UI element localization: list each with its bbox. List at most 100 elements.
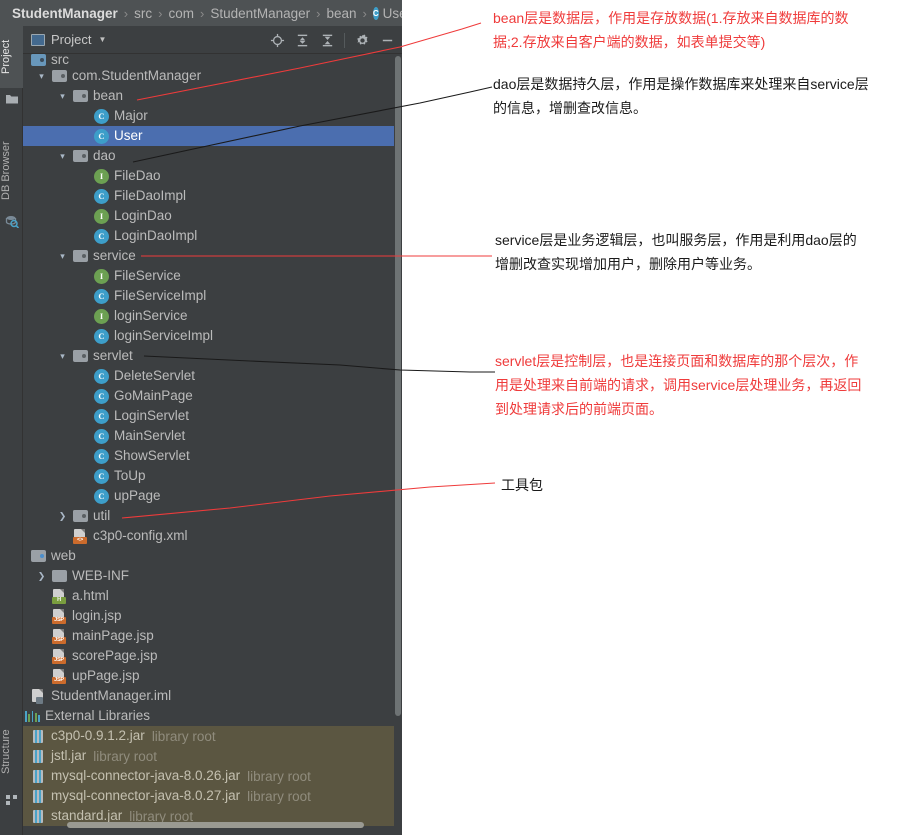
tree-row-label: loginServiceImpl [114, 328, 214, 343]
tree-row[interactable]: ▾ service [23, 246, 394, 266]
xml-file-icon: <> [73, 528, 89, 544]
tree-row[interactable]: C DeleteServlet [23, 366, 394, 386]
breadcrumb-item-studentmanager[interactable]: StudentManager [210, 6, 310, 21]
ide-bottom-filler [23, 829, 402, 835]
tree-row[interactable]: JSP login.jsp [23, 606, 394, 626]
tree-row[interactable]: C User [23, 126, 394, 146]
tree-row-label: c3p0-config.xml [93, 528, 188, 543]
tree-vertical-scrollbar[interactable] [394, 54, 402, 829]
breadcrumb-item-bean[interactable]: bean [326, 6, 356, 21]
tree-row[interactable]: ❯ c3p0-0.9.1.2.jar library root [23, 726, 394, 746]
tree-row[interactable]: ❯ jstl.jar library root [23, 746, 394, 766]
chevron-right-icon[interactable]: ❯ [23, 811, 26, 822]
tree-row-label: loginService [114, 308, 188, 323]
tree-row-label: dao [93, 148, 116, 163]
chevron-right-icon[interactable]: ❯ [23, 731, 26, 742]
tree-row[interactable]: JSP scorePage.jsp [23, 646, 394, 666]
settings-button[interactable] [351, 29, 373, 51]
tree-row-label: FileDao [114, 168, 161, 183]
tree-row-label: scorePage.jsp [72, 648, 158, 663]
tree-row[interactable]: C FileDaoImpl [23, 186, 394, 206]
chevron-right-icon[interactable]: ❯ [36, 571, 47, 582]
tree-row[interactable]: StudentManager.iml [23, 686, 394, 706]
tree-row[interactable]: C GoMainPage [23, 386, 394, 406]
tree-row[interactable]: ▾ bean [23, 86, 394, 106]
tree-row[interactable]: I LoginDao [23, 206, 394, 226]
breadcrumb-item-project[interactable]: StudentManager [12, 6, 118, 21]
tool-tab-project[interactable]: Project [0, 26, 23, 88]
chevron-right-icon[interactable]: ❯ [23, 791, 26, 802]
breadcrumb[interactable]: StudentManager › src › com › StudentMana… [0, 0, 402, 26]
package-folder-icon [73, 248, 89, 264]
project-view-selector[interactable]: Project ▼ [23, 32, 106, 47]
tree-vertical-scrollbar-thumb[interactable] [395, 56, 401, 716]
chevron-right-icon[interactable]: ❯ [57, 511, 68, 522]
chevron-down-icon[interactable]: ▾ [57, 251, 68, 262]
breadcrumb-item-user[interactable]: User [383, 6, 402, 21]
chevron-down-icon[interactable]: ▾ [57, 351, 68, 362]
minimize-button[interactable] [376, 29, 398, 51]
tree-row[interactable]: ▾ com.StudentManager [23, 66, 394, 86]
collapse-all-button[interactable] [316, 29, 338, 51]
tree-row[interactable]: CloginServiceImpl [23, 326, 394, 346]
tool-tab-structure[interactable]: Structure [0, 716, 23, 788]
folder-icon[interactable] [5, 92, 19, 106]
tree-row-label: upPage.jsp [72, 668, 140, 683]
tree-row-label: FileService [114, 268, 181, 283]
chevron-down-icon[interactable]: ▼ [98, 35, 106, 44]
chevron-right-icon[interactable]: ❯ [23, 751, 26, 762]
chevron-down-icon[interactable]: ▾ [23, 551, 26, 562]
tree-row[interactable]: IloginService [23, 306, 394, 326]
select-opened-file-button[interactable] [266, 29, 288, 51]
chevron-down-icon[interactable]: ▾ [57, 91, 68, 102]
annotation-dao-line-1: dao层是数据持久层，作用是操作数据库来处理来自service层 [493, 76, 869, 92]
class-icon: C [94, 188, 110, 204]
tree-horizontal-scrollbar[interactable] [23, 821, 394, 829]
tree-row[interactable]: ▾ web [23, 546, 394, 566]
tree-row[interactable]: C FileServiceImpl [23, 286, 394, 306]
database-search-icon[interactable] [5, 214, 20, 229]
tree-row[interactable]: C ShowServlet [23, 446, 394, 466]
tree-row[interactable]: ▾ dao [23, 146, 394, 166]
tree-row[interactable]: ❯ mysql-connector-java-8.0.27.jar library … [23, 786, 394, 806]
tree-row[interactable]: Ha.html [23, 586, 394, 606]
tree-row[interactable]: ❯ WEB-INF [23, 566, 394, 586]
expand-all-button[interactable] [291, 29, 313, 51]
tree-row[interactable]: I FileDao [23, 166, 394, 186]
tree-row[interactable]: I FileService [23, 266, 394, 286]
annotation-util-line-1: 工具包 [501, 477, 543, 493]
tree-row[interactable]: C Major [23, 106, 394, 126]
tree-row[interactable]: C MainServlet [23, 426, 394, 446]
tree-row-label: Major [114, 108, 148, 123]
breadcrumb-item-com[interactable]: com [168, 6, 194, 21]
tree-row[interactable]: ▾ src [23, 54, 394, 66]
tree-row[interactable]: C ToUp [23, 466, 394, 486]
tree-row[interactable]: C LoginServlet [23, 406, 394, 426]
structure-icon[interactable] [5, 792, 19, 806]
tree-row-label: src [51, 54, 69, 66]
tree-row-label: ToUp [114, 468, 146, 483]
tree-horizontal-scrollbar-thumb[interactable] [67, 822, 364, 828]
source-folder-icon [31, 54, 47, 66]
tree-row[interactable]: External Libraries [23, 706, 394, 726]
tree-row[interactable]: JSP mainPage.jsp [23, 626, 394, 646]
chevron-down-icon[interactable]: ▾ [23, 55, 26, 66]
tree-row[interactable]: ▾ servlet [23, 346, 394, 366]
chevron-right-icon[interactable]: ❯ [23, 771, 26, 782]
tree-row[interactable]: <> c3p0-config.xml [23, 526, 394, 546]
chevron-down-icon[interactable]: ▾ [57, 151, 68, 162]
tree-row[interactable]: JSP upPage.jsp [23, 666, 394, 686]
tree-row-label: StudentManager.iml [51, 688, 172, 703]
tool-tab-db-browser[interactable]: DB Browser [0, 130, 23, 212]
tree-row[interactable]: C LoginDaoImpl [23, 226, 394, 246]
tree-row[interactable]: CupPage [23, 486, 394, 506]
class-icon: C [94, 288, 110, 304]
tree-row-label: DeleteServlet [114, 368, 196, 383]
breadcrumb-item-src[interactable]: src [134, 6, 152, 21]
tree-row[interactable]: ❯ util [23, 506, 394, 526]
chevron-down-icon[interactable]: ▾ [36, 71, 47, 82]
tree-row-label: c3p0-0.9.1.2.jar [51, 728, 145, 743]
tree-row[interactable]: ❯ mysql-connector-java-8.0.26.jar library … [23, 766, 394, 786]
class-icon: C [94, 448, 110, 464]
project-tree[interactable]: ▾ src ▾ com.StudentManager ▾ bean C Major C User ▾… [23, 54, 394, 829]
